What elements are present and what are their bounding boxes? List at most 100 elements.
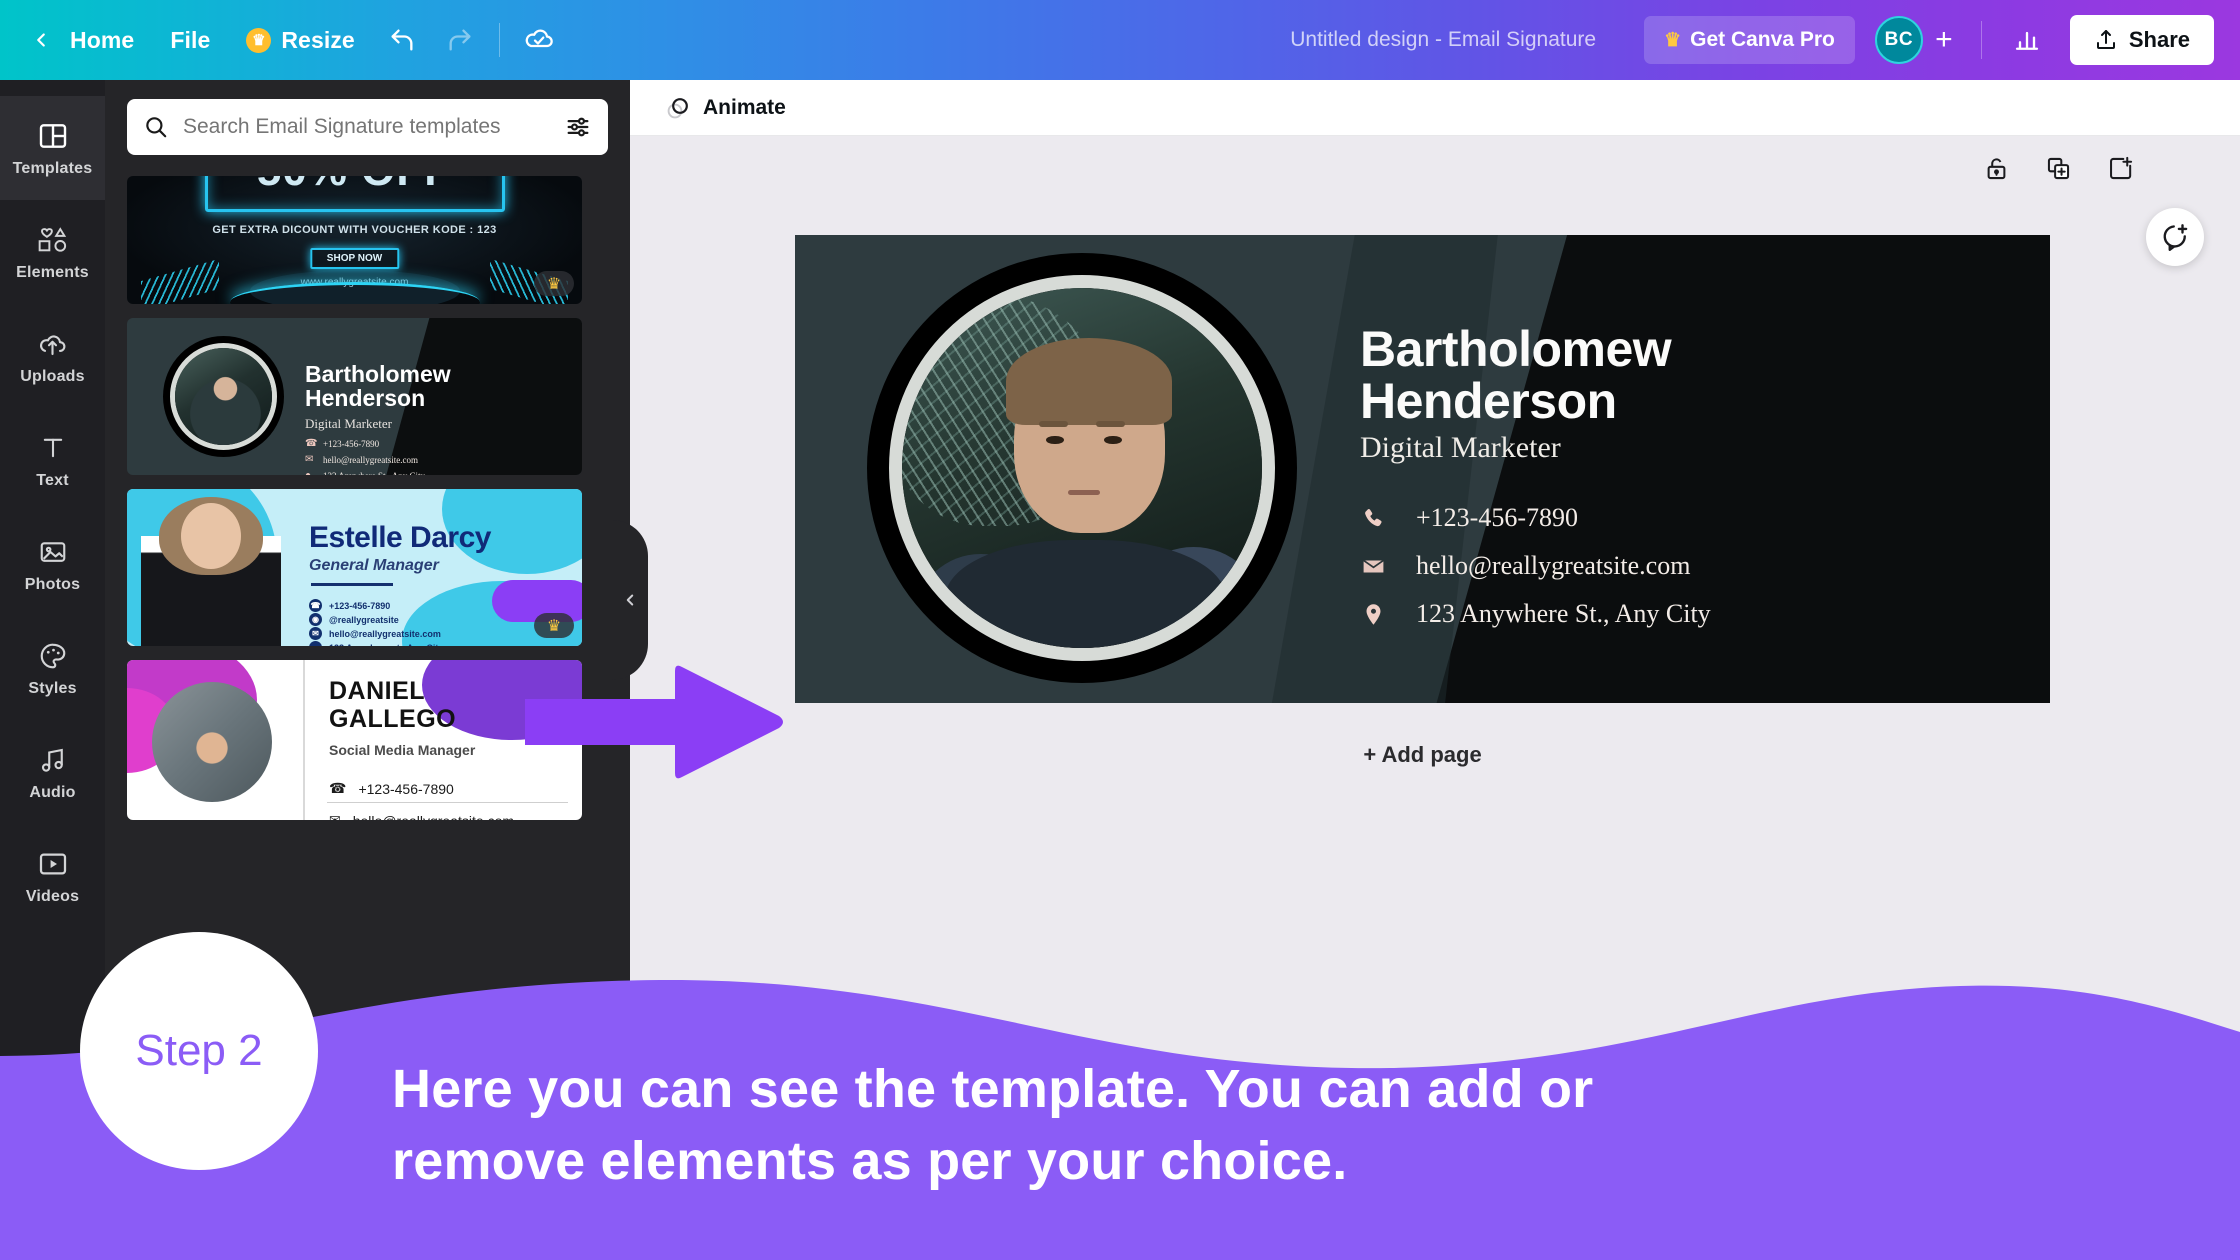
sidebar-item-videos[interactable]: Videos xyxy=(0,824,105,928)
design-avatar-photo xyxy=(902,288,1262,648)
neon-subline: GET EXTRA DICOUNT WITH VOUCHER KODE : 12… xyxy=(212,224,497,236)
add-page-label-button[interactable]: + Add page xyxy=(795,720,2050,790)
toolbar-divider xyxy=(498,23,500,57)
audio-note-icon xyxy=(38,743,68,777)
phone-icon: ☎ xyxy=(329,780,347,796)
invite-members-button[interactable]: + xyxy=(1923,19,1965,61)
home-button[interactable]: Home xyxy=(66,18,152,63)
sidebar-label: Elements xyxy=(16,263,89,281)
thumb-divider xyxy=(303,660,305,820)
design-name[interactable]: Bartholomew Henderson xyxy=(1360,321,1672,427)
top-bar: Home File ♛ Resize Untitled design - Ema… xyxy=(0,0,2240,80)
thumb-email: hello@reallygreatsite.com xyxy=(323,454,419,465)
search-input[interactable] xyxy=(183,115,550,139)
phone-icon: ☎ xyxy=(305,438,318,449)
lock-icon xyxy=(1987,157,2005,179)
share-button[interactable]: Share xyxy=(2069,15,2214,65)
sidebar-label: Text xyxy=(36,471,69,489)
canvas-toolbar: Animate xyxy=(630,80,2240,136)
animate-label: Animate xyxy=(703,95,786,119)
template-thumbnail-estelle[interactable]: Estelle Darcy General Manager ☎ +123-456… xyxy=(127,489,582,646)
thumb-phone-row: ☎ +123-456-7890 xyxy=(305,438,379,449)
location-pin-icon: ● xyxy=(309,641,322,646)
thumb-avatar-ring-inner xyxy=(170,343,277,450)
step-label: Step 2 xyxy=(135,1026,263,1075)
design-phone: +123-456-7890 xyxy=(1416,503,1578,532)
template-thumbnail-neon[interactable]: 50% OFF GET EXTRA DICOUNT WITH VOUCHER K… xyxy=(127,176,582,304)
insights-button[interactable] xyxy=(2001,14,2053,66)
file-label: File xyxy=(170,26,211,53)
phone-icon xyxy=(1360,506,1386,531)
design-address-row[interactable]: 123 Anywhere St., Any City xyxy=(1360,599,1711,629)
thumb-address-row: ● 123 Anywhere St., Any City xyxy=(305,470,425,475)
thumb-email-row: ✉ hello@reallygreatsite.com xyxy=(329,812,514,820)
thumb-email-row: ✉ hello@reallygreatsite.com xyxy=(309,627,441,640)
thumb-role: General Manager xyxy=(309,557,439,574)
add-comment-button[interactable] xyxy=(2146,208,2204,266)
search-box[interactable] xyxy=(127,99,608,155)
plus-label: + xyxy=(1935,23,1953,56)
sidebar-item-audio[interactable]: Audio xyxy=(0,720,105,824)
thumb-address: 123 Anywhere St., Any City xyxy=(323,471,425,476)
get-canva-pro-button[interactable]: ♛ Get Canva Pro xyxy=(1644,16,1855,64)
instruction-line1: Here you can see the template. You can a… xyxy=(392,1059,1594,1120)
file-menu-button[interactable]: File xyxy=(152,18,228,63)
sidebar-label: Audio xyxy=(29,783,76,801)
thumb-role: Digital Marketer xyxy=(305,416,392,431)
undo-button[interactable] xyxy=(376,14,428,66)
duplicate-page-button[interactable] xyxy=(2042,152,2074,184)
pointer-arrow xyxy=(519,663,785,781)
home-label: Home xyxy=(70,26,135,53)
thumb-address-row: ● 123 Anywhere st., Any City xyxy=(309,641,443,646)
sidebar-item-photos[interactable]: Photos xyxy=(0,512,105,616)
panel-collapse-button[interactable] xyxy=(612,520,648,680)
crown-icon: ♛ xyxy=(246,27,272,53)
photo-eye-right xyxy=(1103,435,1122,445)
avatar-initials: BC xyxy=(1884,29,1914,50)
filter-sliders-icon[interactable] xyxy=(564,113,592,141)
animate-button[interactable]: Animate xyxy=(652,86,798,130)
share-label: Share xyxy=(2128,27,2190,52)
thumb-role: Social Media Manager xyxy=(329,742,476,758)
top-bar-right-group: Untitled design - Email Signature ♛ Get … xyxy=(1274,14,2240,66)
design-canvas[interactable]: Bartholomew Henderson Digital Marketer +… xyxy=(795,235,2050,703)
add-page-button[interactable] xyxy=(2104,152,2136,184)
sidebar-item-templates[interactable]: Templates xyxy=(0,96,105,200)
thumb-phone: +123-456-7890 xyxy=(358,780,454,797)
mail-icon: ✉ xyxy=(305,454,314,465)
photo-brow-right xyxy=(1096,421,1126,427)
pro-label: Get Canva Pro xyxy=(1690,28,1835,51)
thumb-handle-row: ◉ @reallygreatsite xyxy=(309,613,399,626)
design-avatar-ring-inner xyxy=(889,275,1275,661)
design-name-line1: Bartholomew xyxy=(1360,321,1672,377)
back-button[interactable] xyxy=(0,29,66,51)
design-title[interactable]: Untitled design - Email Signature xyxy=(1274,20,1612,60)
design-phone-row[interactable]: +123-456-7890 xyxy=(1360,503,1578,533)
neon-headline: 50% OFF xyxy=(127,176,582,196)
crown-icon: ♛ xyxy=(1664,29,1682,51)
thumb-underline xyxy=(311,583,393,586)
sidebar-item-uploads[interactable]: Uploads xyxy=(0,304,105,408)
crown-icon: ♛ xyxy=(546,275,562,293)
template-thumbnail-bartholomew[interactable]: Bartholomew Henderson Digital Marketer ☎… xyxy=(127,318,582,475)
design-role[interactable]: Digital Marketer xyxy=(1360,431,1561,465)
design-email-row[interactable]: hello@reallygreatsite.com xyxy=(1360,551,1690,581)
design-avatar-ring[interactable] xyxy=(867,253,1297,683)
sidebar-label: Videos xyxy=(25,887,80,905)
pro-crown-badge: ♛ xyxy=(534,613,574,638)
resize-label: Resize xyxy=(281,26,355,53)
lock-page-button[interactable] xyxy=(1980,152,2012,184)
sidebar-item-elements[interactable]: Elements xyxy=(0,200,105,304)
thumb-name: Bartholomew Henderson xyxy=(305,362,451,410)
avatar[interactable]: BC xyxy=(1874,16,1923,64)
template-thumbnail-daniel[interactable]: DANIEL GALLEGO Social Media Manager ☎ +1… xyxy=(127,660,582,820)
cloud-saved-button[interactable] xyxy=(513,14,565,66)
thumb-underline xyxy=(327,802,568,803)
thumb-avatar-photo xyxy=(152,682,272,802)
mail-icon: ✉ xyxy=(309,627,322,640)
sidebar-item-styles[interactable]: Styles xyxy=(0,616,105,720)
sidebar-item-text[interactable]: Text xyxy=(0,408,105,512)
chevron-left-icon xyxy=(626,594,634,606)
redo-button[interactable] xyxy=(434,14,486,66)
resize-button[interactable]: ♛ Resize xyxy=(228,18,372,63)
